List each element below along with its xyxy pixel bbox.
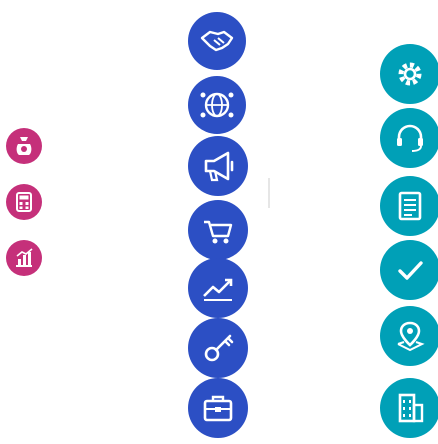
support-headset-icon	[380, 108, 438, 168]
bar-chart-icon	[6, 240, 42, 276]
shopping-cart-icon	[188, 200, 248, 260]
briefcase-icon	[188, 378, 248, 438]
gear-icon	[380, 44, 438, 104]
key-icon	[188, 318, 248, 378]
calculator-icon	[6, 184, 42, 220]
handshake-icon	[188, 12, 246, 70]
map-location-icon	[380, 306, 438, 366]
document-icon	[380, 176, 438, 236]
checkmark-icon	[380, 240, 438, 300]
building-icon	[380, 378, 438, 438]
column-divider	[268, 178, 270, 208]
globe-network-icon	[188, 76, 246, 134]
megaphone-icon	[188, 136, 248, 196]
growth-chart-icon	[188, 258, 248, 318]
money-bag-icon	[6, 128, 42, 164]
